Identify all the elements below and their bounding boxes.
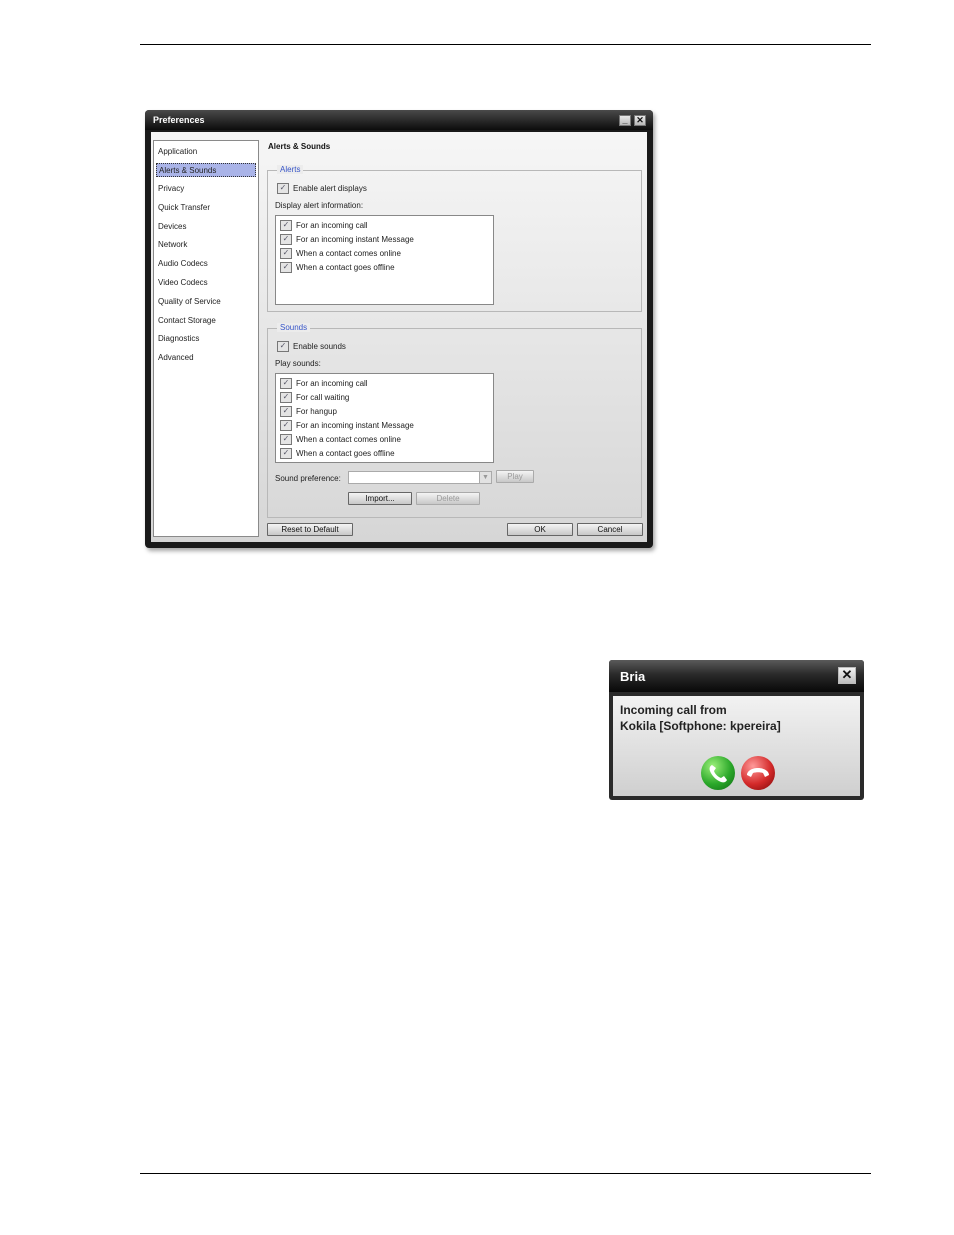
bria-incoming-call-popup: Bria ✕ Incoming call from Kokila [Softph…: [609, 660, 864, 800]
sounds-group: Sounds ✓ Enable sounds Play sounds: ✓ For …: [267, 323, 642, 518]
nav-item-quick-transfer[interactable]: Quick Transfer: [156, 201, 256, 215]
list-item-label: For call waiting: [296, 393, 350, 402]
nav-item-advanced[interactable]: Advanced: [156, 351, 256, 365]
nav-item-network[interactable]: Network: [156, 238, 256, 252]
checkbox-checked-icon: ✓: [277, 341, 289, 352]
checkbox-checked-icon: ✓: [280, 448, 292, 459]
minimize-button[interactable]: _: [619, 115, 631, 126]
sound-item-contact-online[interactable]: ✓ When a contact comes online: [280, 434, 401, 445]
list-item-label: When a contact comes online: [296, 249, 401, 258]
checkbox-checked-icon: ✓: [280, 420, 292, 431]
footer-rule: [140, 1173, 871, 1174]
sound-preference-select[interactable]: ▼: [348, 471, 492, 484]
incoming-call-caller: Kokila [Softphone: kpereira]: [620, 719, 781, 733]
checkbox-checked-icon: ✓: [280, 434, 292, 445]
window-title: Preferences: [153, 115, 205, 125]
alert-item-instant-message[interactable]: ✓ For an incoming instant Message: [280, 234, 414, 245]
alerts-legend: Alerts: [277, 165, 304, 174]
sound-item-hangup[interactable]: ✓ For hangup: [280, 406, 337, 417]
nav-item-privacy[interactable]: Privacy: [156, 182, 256, 196]
preferences-window: Preferences _ ✕ Application Alerts & Sou…: [145, 110, 653, 548]
sound-item-call-waiting[interactable]: ✓ For call waiting: [280, 392, 349, 403]
preferences-body: Application Alerts & Sounds Privacy Quic…: [151, 132, 647, 542]
delete-button[interactable]: Delete: [416, 492, 480, 505]
ok-button[interactable]: OK: [507, 523, 573, 536]
alert-item-contact-offline[interactable]: ✓ When a contact goes offline: [280, 262, 395, 273]
preferences-nav: Application Alerts & Sounds Privacy Quic…: [153, 140, 259, 537]
sound-item-incoming-call[interactable]: ✓ For an incoming call: [280, 378, 368, 389]
popup-title: Bria: [620, 669, 646, 684]
nav-item-application[interactable]: Application: [156, 145, 256, 159]
enable-alerts-label: Enable alert displays: [293, 184, 367, 193]
alerts-group: Alerts ✓ Enable alert displays Display al…: [267, 165, 642, 312]
import-button[interactable]: Import...: [348, 492, 412, 505]
nav-item-diagnostics[interactable]: Diagnostics: [156, 332, 256, 346]
sounds-listbox: ✓ For an incoming call ✓ For call waiting …: [275, 373, 494, 463]
sounds-list-label: Play sounds:: [275, 359, 321, 368]
enable-sounds-label: Enable sounds: [293, 342, 346, 351]
hangup-call-button[interactable]: [741, 756, 775, 790]
chevron-down-icon: ▼: [479, 472, 491, 483]
checkbox-checked-icon: ✓: [280, 406, 292, 417]
phone-hangup-icon: [747, 768, 769, 777]
pane-title: Alerts & Sounds: [268, 142, 331, 151]
close-button[interactable]: ✕: [634, 115, 646, 126]
checkbox-checked-icon: ✓: [280, 262, 292, 273]
popup-close-button[interactable]: ✕: [838, 667, 856, 684]
list-item-label: When a contact goes offline: [296, 449, 395, 458]
popup-body: Incoming call from Kokila [Softphone: kp…: [613, 696, 860, 796]
checkbox-checked-icon: ✓: [280, 220, 292, 231]
nav-item-devices[interactable]: Devices: [156, 220, 256, 234]
close-icon: ✕: [636, 115, 644, 125]
preferences-titlebar[interactable]: Preferences _ ✕: [145, 110, 653, 130]
sound-item-contact-offline[interactable]: ✓ When a contact goes offline: [280, 448, 395, 459]
close-icon: ✕: [841, 667, 853, 682]
list-item-label: For an incoming instant Message: [296, 235, 414, 244]
incoming-call-line1: Incoming call from: [620, 703, 727, 717]
checkbox-checked-icon: ✓: [280, 392, 292, 403]
minimize-icon: _: [622, 115, 628, 125]
header-rule: [140, 44, 871, 45]
alerts-list-label: Display alert information:: [275, 201, 364, 210]
nav-item-quality-of-service[interactable]: Quality of Service: [156, 295, 256, 309]
nav-item-video-codecs[interactable]: Video Codecs: [156, 276, 256, 290]
list-item-label: For an incoming instant Message: [296, 421, 414, 430]
alerts-listbox: ✓ For an incoming call ✓ For an incoming i…: [275, 215, 494, 305]
answer-call-button[interactable]: [701, 756, 735, 790]
nav-item-audio-codecs[interactable]: Audio Codecs: [156, 257, 256, 271]
enable-sounds-checkbox[interactable]: ✓ Enable sounds: [277, 341, 346, 352]
play-button[interactable]: Play: [496, 470, 534, 483]
list-item-label: When a contact comes online: [296, 435, 401, 444]
sound-preference-value: [349, 478, 352, 487]
nav-item-alerts-sounds[interactable]: Alerts & Sounds: [156, 163, 256, 177]
popup-titlebar[interactable]: Bria ✕: [609, 660, 864, 692]
list-item-label: For an incoming call: [296, 379, 368, 388]
sound-item-instant-message[interactable]: ✓ For an incoming instant Message: [280, 420, 414, 431]
phone-answer-icon: [709, 765, 727, 783]
reset-to-default-button[interactable]: Reset to Default: [267, 523, 353, 536]
list-item-label: For an incoming call: [296, 221, 368, 230]
enable-alerts-checkbox[interactable]: ✓ Enable alert displays: [277, 183, 367, 194]
sound-preference-label: Sound preference:: [275, 474, 341, 483]
checkbox-checked-icon: ✓: [277, 183, 289, 194]
checkbox-checked-icon: ✓: [280, 248, 292, 259]
cancel-button[interactable]: Cancel: [577, 523, 643, 536]
list-item-label: For hangup: [296, 407, 337, 416]
alert-item-contact-online[interactable]: ✓ When a contact comes online: [280, 248, 401, 259]
list-item-label: When a contact goes offline: [296, 263, 395, 272]
checkbox-checked-icon: ✓: [280, 234, 292, 245]
checkbox-checked-icon: ✓: [280, 378, 292, 389]
nav-item-contact-storage[interactable]: Contact Storage: [156, 314, 256, 328]
alert-item-incoming-call[interactable]: ✓ For an incoming call: [280, 220, 368, 231]
sounds-legend: Sounds: [277, 323, 311, 332]
